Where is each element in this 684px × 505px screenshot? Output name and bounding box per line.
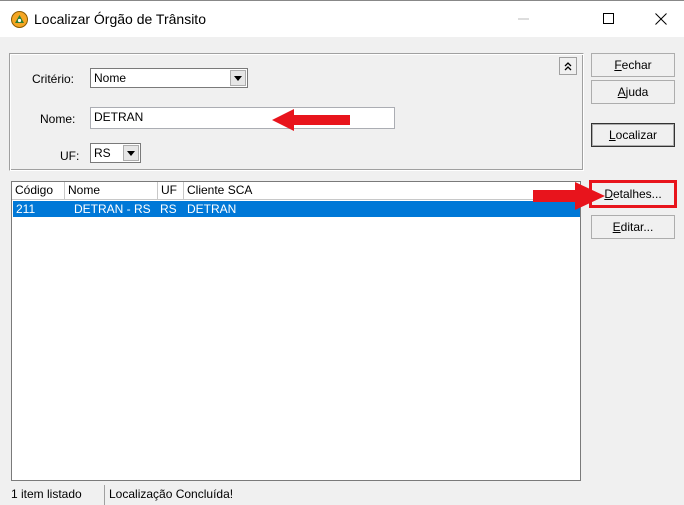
chevron-down-icon xyxy=(234,75,242,81)
cell-nome: DETRAN - RS xyxy=(74,202,151,216)
column-header-nome[interactable]: Nome xyxy=(65,182,158,200)
uf-select[interactable]: RS xyxy=(90,143,141,163)
criterio-value: Nome xyxy=(94,71,127,85)
editar-button[interactable]: Editar... xyxy=(591,215,675,239)
fechar-label-rest: echar xyxy=(621,58,652,72)
status-message: Localização Concluída! xyxy=(104,485,584,505)
ajuda-mnemonic: A xyxy=(617,85,626,99)
window-title: Localizar Órgão de Trânsito xyxy=(34,11,206,27)
cell-codigo: 211 xyxy=(16,202,36,216)
title-bar[interactable]: Localizar Órgão de Trânsito xyxy=(0,1,684,37)
maximize-icon xyxy=(602,13,614,24)
column-header-cliente-sca[interactable]: Cliente SCA xyxy=(184,182,580,200)
maximize-button[interactable] xyxy=(585,2,631,35)
app-icon xyxy=(11,11,28,28)
uf-value: RS xyxy=(94,146,111,160)
localizar-button[interactable]: Localizar xyxy=(591,123,675,147)
fechar-button[interactable]: Fechar xyxy=(591,53,675,77)
close-button[interactable] xyxy=(638,2,684,35)
ajuda-label-rest: juda xyxy=(625,85,649,99)
editar-label-rest: ditar... xyxy=(620,220,654,234)
nome-label: Nome: xyxy=(40,112,76,126)
annotation-arrow-left-icon xyxy=(272,109,350,131)
criterio-label: Critério: xyxy=(32,72,75,86)
results-list-header: Código Nome UF Cliente SCA xyxy=(12,182,580,200)
double-chevron-up-icon xyxy=(564,61,572,70)
dialog-client-area: Critério: Nome Nome: UF: RS Fechar Ajuda… xyxy=(0,37,684,505)
status-bar: 1 item listado Localização Concluída! xyxy=(11,485,584,505)
fechar-mnemonic: F xyxy=(614,58,622,72)
collapse-panel-button[interactable] xyxy=(559,57,577,75)
minimize-icon xyxy=(517,18,529,19)
ajuda-button[interactable]: Ajuda xyxy=(591,80,675,104)
criterio-select[interactable]: Nome xyxy=(90,68,248,88)
chevron-down-icon xyxy=(127,150,135,156)
localizar-label-rest: ocalizar xyxy=(615,128,658,142)
annotation-arrow-right-icon xyxy=(533,182,605,210)
cell-cliente-sca: DETRAN xyxy=(187,202,237,216)
status-count: 1 item listado xyxy=(11,487,82,501)
minimize-button[interactable] xyxy=(500,2,546,35)
results-list[interactable]: Código Nome UF Cliente SCA 211 DETRAN - … xyxy=(11,181,581,481)
uf-dropdown-button[interactable] xyxy=(123,145,139,161)
column-header-codigo[interactable]: Código xyxy=(12,182,65,200)
detalhes-mnemonic: D xyxy=(604,187,613,201)
close-icon xyxy=(655,12,667,25)
detalhes-label-rest: etalhes... xyxy=(612,187,662,201)
column-header-uf[interactable]: UF xyxy=(158,182,184,200)
table-row[interactable]: 211 DETRAN - RS RS DETRAN xyxy=(13,201,580,217)
uf-label: UF: xyxy=(60,149,80,163)
criterio-dropdown-button[interactable] xyxy=(230,70,246,86)
localizar-mnemonic: L xyxy=(608,128,616,142)
editar-mnemonic: E xyxy=(612,220,621,234)
cell-uf: RS xyxy=(160,202,177,216)
